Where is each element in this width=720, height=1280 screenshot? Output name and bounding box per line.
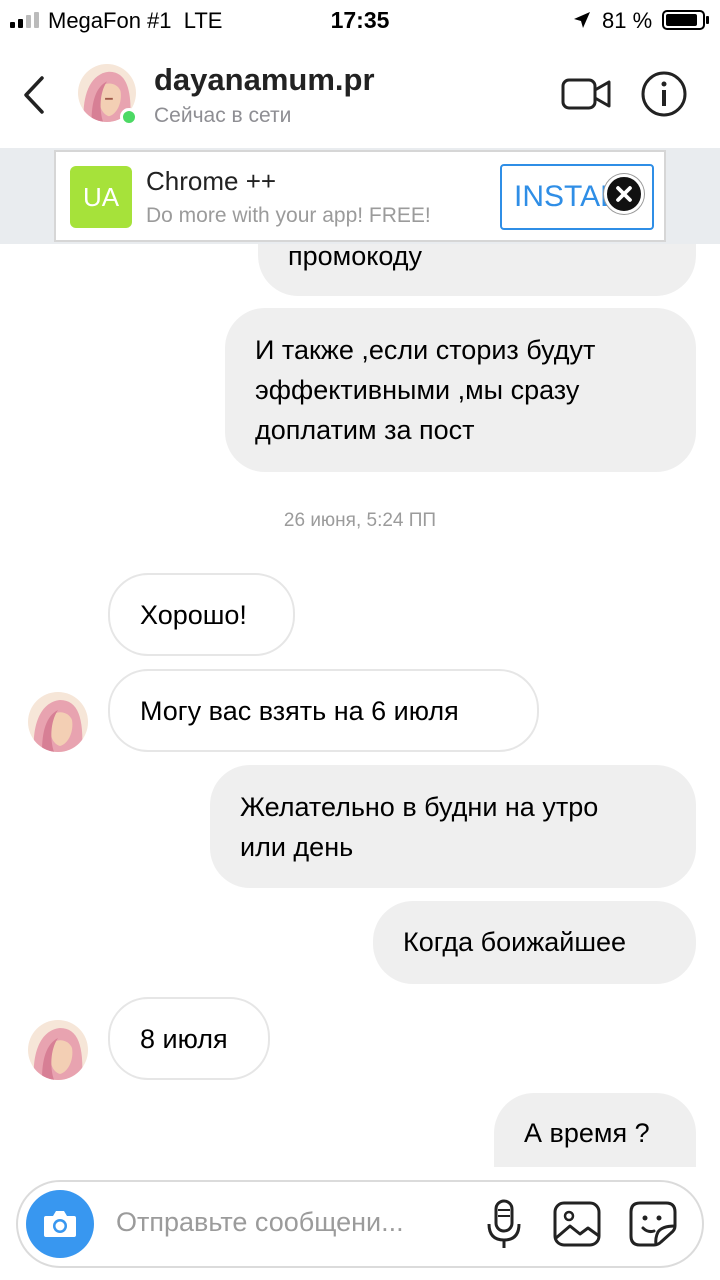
close-icon[interactable] <box>604 174 644 214</box>
message-bubble-received[interactable]: 8 июля <box>108 997 270 1080</box>
battery-icon <box>662 10 709 30</box>
status-bar: MegaFon #1 LTE 17:35 81 % <box>0 0 720 44</box>
message-text: А время ? <box>524 1118 650 1148</box>
avatar[interactable] <box>28 1020 88 1080</box>
message-text-line: эффективными ,мы сразу <box>255 375 580 405</box>
online-status: Сейчас в сети <box>154 104 292 127</box>
battery-percent: 81 % <box>602 8 653 33</box>
microphone-icon[interactable] <box>484 1198 524 1250</box>
message-text: Хорошо! <box>140 600 247 630</box>
ad-subtitle: Do more with your app! FREE! <box>146 204 431 227</box>
message-text-line: доплатим за пост <box>255 415 475 445</box>
sticker-icon[interactable] <box>628 1200 678 1248</box>
chat-timestamp: 26 июня, 5:24 ПП <box>283 510 437 531</box>
message-text-line: или день <box>240 832 354 862</box>
online-indicator <box>120 108 138 126</box>
message-text-line: Желательно в будни на утро <box>240 792 599 822</box>
chat-username[interactable]: dayanamum.pr <box>154 62 375 98</box>
message-bubble-sent[interactable]: И также ,если сториз будут эффективными … <box>225 308 696 472</box>
message-text: 8 июля <box>140 1024 228 1054</box>
message-text: Могу вас взять на 6 июля <box>140 696 459 726</box>
video-camera-icon[interactable] <box>560 74 612 114</box>
info-icon[interactable] <box>640 70 688 118</box>
ad-banner[interactable]: UA Chrome ++ Do more with your app! FREE… <box>54 150 666 242</box>
message-text: промокоду <box>288 241 423 271</box>
message-bubble-received[interactable]: Хорошо! <box>108 573 295 656</box>
message-composer <box>16 1180 704 1268</box>
location-arrow-icon <box>574 12 590 28</box>
chat-header: dayanamum.pr Сейчас в сети <box>0 44 720 148</box>
camera-button[interactable] <box>26 1190 94 1258</box>
message-bubble-sent[interactable]: Желательно в будни на утро или день <box>210 765 696 888</box>
gallery-icon[interactable] <box>552 1200 602 1248</box>
message-bubble-sent[interactable]: А время ? <box>494 1093 696 1167</box>
message-text-line: И также ,если сториз будут <box>255 335 596 365</box>
message-text: Когда боижайшее <box>403 927 627 957</box>
ad-app-logo: UA <box>70 166 132 228</box>
ad-title: Chrome ++ <box>146 166 277 196</box>
message-bubble-sent[interactable]: Когда боижайшее <box>373 901 696 984</box>
avatar[interactable] <box>28 692 88 752</box>
message-input[interactable] <box>116 1207 476 1238</box>
camera-icon <box>44 1211 76 1237</box>
back-chevron-icon[interactable] <box>18 72 52 118</box>
message-bubble-received[interactable]: Могу вас взять на 6 июля <box>108 669 539 752</box>
